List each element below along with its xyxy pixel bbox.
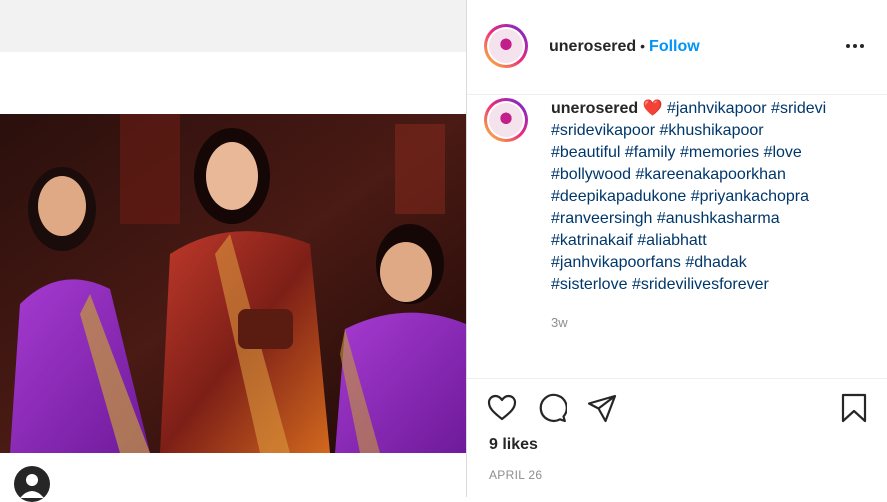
hashtag[interactable]: #dhadak bbox=[685, 254, 746, 271]
hashtag[interactable]: #aliabhatt bbox=[637, 232, 706, 249]
left-top-strip bbox=[0, 0, 466, 52]
hashtag[interactable]: #sisterlove bbox=[551, 276, 627, 293]
hashtag[interactable]: #love bbox=[764, 144, 802, 161]
separator-dot: • bbox=[640, 38, 646, 54]
hashtag[interactable]: #janhvikapoor bbox=[667, 100, 767, 117]
hashtag[interactable]: #kareenakapoorkhan bbox=[636, 166, 786, 183]
post-photo-illustration bbox=[0, 114, 466, 453]
likes-count[interactable]: 9 likes bbox=[489, 436, 538, 454]
post-date[interactable]: APRIL 26 bbox=[489, 468, 542, 482]
header-title-row: unerosered • Follow bbox=[549, 38, 700, 56]
hashtag[interactable]: #anushkasharma bbox=[657, 210, 780, 227]
caption-username[interactable]: unerosered bbox=[551, 100, 638, 117]
hashtag[interactable]: #bollywood bbox=[551, 166, 631, 183]
hashtag[interactable]: #sridevikapoor bbox=[551, 122, 655, 139]
hashtag[interactable]: #family bbox=[625, 144, 676, 161]
butterfly-avatar-icon bbox=[489, 29, 523, 63]
bookmark-icon[interactable] bbox=[839, 393, 869, 423]
hashtag[interactable]: #sridevilivesforever bbox=[632, 276, 769, 293]
post-caption: unerosered ❤️ #janhvikapoor #sridevi #sr… bbox=[551, 98, 869, 296]
hashtag[interactable]: #memories bbox=[680, 144, 759, 161]
caption-time-ago[interactable]: 3w bbox=[551, 315, 568, 330]
comment-icon[interactable] bbox=[537, 393, 567, 423]
hashtag[interactable]: #ranveersingh bbox=[551, 210, 652, 227]
post-side-panel: unerosered • Follow unerosered ❤️ #janhvik… bbox=[467, 0, 887, 497]
hashtag[interactable]: #khushikapoor bbox=[660, 122, 764, 139]
heart-emoji: ❤️ bbox=[642, 100, 663, 117]
heart-icon[interactable] bbox=[487, 393, 517, 423]
hashtag[interactable]: #deepikapadukone bbox=[551, 188, 686, 205]
hashtag[interactable]: #katrinakaif bbox=[551, 232, 633, 249]
author-avatar[interactable] bbox=[484, 24, 528, 68]
hashtag[interactable]: #sridevi bbox=[771, 100, 826, 117]
post-photo[interactable] bbox=[0, 114, 466, 453]
hashtag[interactable]: #beautiful bbox=[551, 144, 620, 161]
hashtag[interactable]: #janhvikapoorfans bbox=[551, 254, 681, 271]
more-options-icon[interactable] bbox=[845, 36, 865, 56]
left-blank-area bbox=[0, 52, 466, 114]
caption-author-avatar[interactable] bbox=[484, 98, 528, 142]
author-username[interactable]: unerosered bbox=[549, 38, 636, 55]
hashtag[interactable]: #priyankachopra bbox=[691, 188, 809, 205]
butterfly-avatar-icon bbox=[489, 103, 523, 137]
share-icon[interactable] bbox=[587, 393, 617, 423]
left-bottom-area bbox=[0, 453, 466, 497]
follow-button[interactable]: Follow bbox=[649, 38, 700, 55]
post-header: unerosered • Follow bbox=[467, 0, 887, 95]
